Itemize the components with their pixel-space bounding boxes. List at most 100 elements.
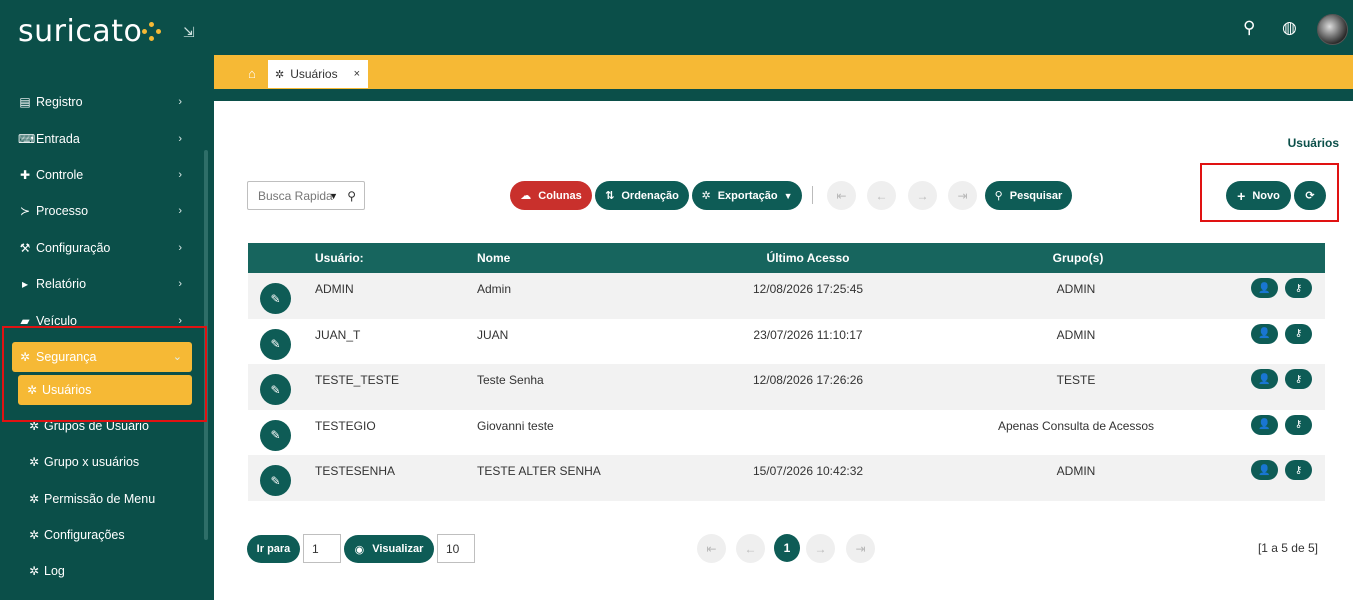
terminal-icon: ≻ [19,204,31,219]
sidebar-subitem-grupo-x-usuarios[interactable]: ✲ Grupo x usuários [0,444,204,480]
user-groups-button[interactable]: 👤 [1251,323,1278,344]
go-to-page-input[interactable]: 1 [303,534,341,563]
file-export-icon: ▸ [21,277,29,292]
sidebar-item-entrada[interactable]: ⌨ Entrada › [0,120,204,156]
sidebar-subitem-grupos-de-usuario[interactable]: ✲ Grupos de Usuário [0,408,204,444]
sidebar-scrollbar[interactable] [204,150,208,540]
table-row: ✎ TESTESENHA TESTE ALTER SENHA 15/07/202… [248,455,1325,501]
columns-button[interactable]: ☁ Colunas [510,181,592,210]
sidebar-subitem-configuracoes[interactable]: ✲ Configurações [0,517,204,553]
export-label: Exportação [717,189,778,202]
sidebar-item-processo[interactable]: ≻ Processo › [0,193,204,229]
sidebar-item-controle[interactable]: ✚ Controle › [0,157,204,193]
search-icon[interactable]: ⚲ [1243,18,1255,38]
puzzle-icon: ✚ [19,167,31,182]
user-check-icon: 👤 [1258,373,1271,385]
sidebar-item-configuracao[interactable]: ⚒ Configuração › [0,230,204,266]
sort-button[interactable]: ⇅ Ordenação [595,181,689,210]
cell-usuario: TESTESENHA [315,464,396,479]
view-button[interactable]: ◉ Visualizar [344,535,434,563]
table-header: Usuário: Nome Último Acesso Grupo(s) [248,243,1325,273]
chevron-right-icon: › [178,132,182,145]
sidebar-item-label: Registro [36,95,83,110]
search-icon[interactable]: ⚲ [347,189,356,203]
prev-page-button[interactable]: ← [867,181,896,210]
avatar[interactable] [1317,14,1348,45]
header-ultimo-acesso[interactable]: Último Acesso [767,251,850,265]
quick-search-input[interactable]: Busca Rapida ▼ ⚲ [247,181,365,210]
password-button[interactable]: ⚷ [1285,323,1312,344]
sidebar-subitem-usuarios[interactable]: ✲ Usuários [18,374,192,405]
chevron-right-icon: › [178,241,182,254]
home-icon[interactable]: ⌂ [248,66,256,81]
sidebar-item-label: Entrada [36,131,80,146]
columns-label: Colunas [538,189,582,202]
go-to-page-button[interactable]: Ir para [247,535,300,563]
chevron-right-icon: › [178,168,182,181]
page-number-button[interactable]: 1 [774,534,800,562]
cell-usuario: JUAN_T [315,327,361,342]
first-page-icon: ⇤ [836,188,847,203]
header-usuario[interactable]: Usuário: [315,251,364,265]
edit-button[interactable]: ✎ [260,419,291,451]
edit-button[interactable]: ✎ [260,374,291,406]
brand-logo[interactable]: suricato [18,14,162,49]
export-button[interactable]: ✲ Exportação ▼ [692,181,802,210]
sidebar-subitem-permissao-de-menu[interactable]: ✲ Permissão de Menu [0,481,204,517]
sidebar-subitem-log[interactable]: ✲ Log [0,553,204,589]
password-button[interactable]: ⚷ [1285,369,1312,390]
book-icon: ▤ [19,95,31,110]
user-groups-button[interactable]: 👤 [1251,460,1278,481]
sidebar-subitem-label: Grupos de Usuário [44,418,149,433]
header-nome[interactable]: Nome [477,251,510,265]
cell-ultimo-acesso: 15/07/2026 10:42:32 [752,464,864,479]
sidebar-item-relatorio[interactable]: ▸ Relatório › [0,266,204,302]
edit-button[interactable]: ✎ [260,328,291,360]
chevron-right-icon: › [178,205,182,218]
compress-icon[interactable]: ⇲ [183,24,195,41]
header-grupos[interactable]: Grupo(s) [1053,251,1104,265]
sidebar-item-seguranca[interactable]: ✲ Segurança ⌄ [12,341,192,372]
sidebar-item-label: Processo [36,204,89,219]
prev-page-button[interactable]: ← [736,534,765,563]
page-size-input[interactable]: 10 [437,534,475,563]
cell-nome: JUAN [477,327,509,342]
last-page-icon: ⇥ [957,188,968,203]
sidebar-item-veiculo[interactable]: ▰ Veículo › [0,302,204,338]
user-groups-button[interactable]: 👤 [1251,278,1278,298]
password-button[interactable]: ⚷ [1285,278,1312,298]
edit-icon: ✎ [270,473,281,488]
gear-icon: ✲ [275,68,285,81]
gear-icon: ✲ [28,564,40,579]
sidebar-item-registro[interactable]: ▤ Registro › [0,84,204,120]
next-page-button[interactable]: → [806,534,835,563]
user-groups-button[interactable]: 👤 [1251,369,1278,390]
last-page-button[interactable]: ⇥ [948,181,977,210]
password-button[interactable]: ⚷ [1285,414,1312,435]
last-page-button[interactable]: ⇥ [846,534,875,563]
sidebar-item-label: Configuração [36,240,111,255]
table-row: ✎ TESTE_TESTE Teste Senha 12/08/2026 17:… [248,364,1325,410]
new-button[interactable]: + Novo [1226,181,1291,210]
user-check-icon: 👤 [1258,282,1271,294]
caret-down-icon[interactable]: ▼ [329,191,338,201]
search-button[interactable]: ⚲ Pesquisar [985,181,1072,210]
tab-usuarios[interactable]: ✲ Usuários × [268,60,368,88]
user-check-icon: 👤 [1258,464,1271,476]
refresh-button[interactable]: ⟳ [1294,181,1326,210]
close-icon[interactable]: × [354,68,360,80]
edit-button[interactable]: ✎ [260,465,291,497]
first-page-button[interactable]: ⇤ [697,534,726,563]
first-page-button[interactable]: ⇤ [827,181,856,210]
tab-bar: ⌂ ✲ Usuários × [214,55,1353,101]
password-button[interactable]: ⚷ [1285,460,1312,481]
globe-icon[interactable]: ◍ [1282,18,1297,38]
wrench-icon: ⚒ [19,240,31,255]
edit-button[interactable]: ✎ [260,283,291,314]
user-groups-button[interactable]: 👤 [1251,414,1278,435]
table-row: ✎ ADMIN Admin 12/08/2026 17:25:45 ADMIN … [248,273,1325,319]
next-page-button[interactable]: → [908,181,937,210]
logo-dots-icon [142,22,162,42]
cell-ultimo-acesso: 12/08/2026 17:25:45 [752,282,864,296]
gear-icon: ✲ [19,349,31,364]
